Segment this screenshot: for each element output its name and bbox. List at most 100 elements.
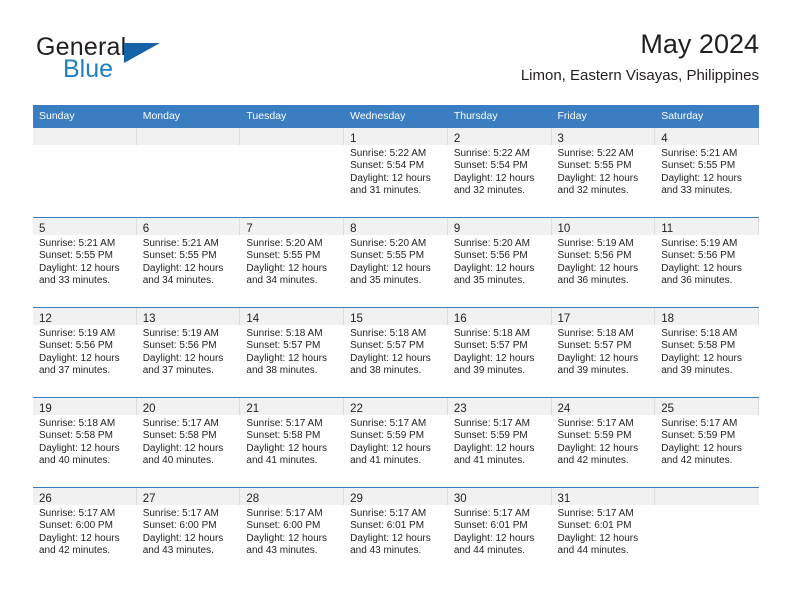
day-cell[interactable]: 9 Sunrise: 5:20 AM Sunset: 5:56 PM Daylight… [447, 217, 552, 307]
day-cell[interactable]: 13 Sunrise: 5:19 AM Sunset: 5:56 PM Dayligh… [136, 307, 241, 397]
day-cell[interactable]: 2 Sunrise: 5:22 AM Sunset: 5:54 PM Daylight… [447, 127, 552, 217]
day-cell[interactable]: 28 Sunrise: 5:17 AM Sunset: 6:00 PM Dayligh… [240, 487, 345, 577]
calendar-body: 1 Sunrise: 5:22 AM Sunset: 5:54 PM Daylight… [33, 127, 759, 577]
daylight-text-line2: and 41 minutes. [246, 455, 318, 467]
empty-day-cell [655, 487, 759, 577]
day-cell[interactable]: 19 Sunrise: 5:18 AM Sunset: 5:58 PM Dayligh… [33, 397, 137, 487]
daylight-text-line2: and 42 minutes. [661, 455, 733, 467]
day-cell[interactable]: 16 Sunrise: 5:18 AM Sunset: 5:57 PM Dayligh… [447, 307, 552, 397]
calendar-week-row: 26 Sunrise: 5:17 AM Sunset: 6:00 PM Dayligh… [33, 487, 759, 577]
day-cell[interactable]: 10 Sunrise: 5:19 AM Sunset: 5:56 PM Dayligh… [551, 217, 656, 307]
day-cell[interactable]: 26 Sunrise: 5:17 AM Sunset: 6:00 PM Dayligh… [33, 487, 137, 577]
day-cell[interactable]: 14 Sunrise: 5:18 AM Sunset: 5:57 PM Dayligh… [240, 307, 345, 397]
day-cell[interactable]: 21 Sunrise: 5:17 AM Sunset: 5:58 PM Dayligh… [240, 397, 345, 487]
page-subtitle: Limon, Eastern Visayas, Philippines [520, 67, 759, 84]
day-details: Sunrise: 5:22 AM Sunset: 5:54 PM Daylight:… [344, 145, 448, 198]
day-details: Sunrise: 5:19 AM Sunset: 5:56 PM Daylight:… [552, 235, 656, 288]
day-details: Sunrise: 5:17 AM Sunset: 6:01 PM Daylight:… [344, 505, 448, 558]
empty-day-cell [33, 127, 137, 217]
day-cell[interactable]: 25 Sunrise: 5:17 AM Sunset: 5:59 PM Dayligh… [655, 397, 759, 487]
calendar-cell: 18 Sunrise: 5:18 AM Sunset: 5:58 PM Dayligh… [655, 307, 759, 397]
sunset-text: Sunset: 5:55 PM [142, 250, 217, 262]
day-cell[interactable]: 12 Sunrise: 5:19 AM Sunset: 5:56 PM Dayligh… [33, 307, 137, 397]
daylight-text-line2: and 36 minutes. [661, 275, 733, 287]
day-cell[interactable]: 17 Sunrise: 5:18 AM Sunset: 5:57 PM Dayligh… [551, 307, 656, 397]
title-block: May 2024 Limon, Eastern Visayas, Philipp… [521, 28, 759, 85]
day-number: 14 [246, 313, 260, 325]
daynum-band: 5 [33, 218, 137, 235]
empty-daynum-band [655, 488, 759, 505]
day-cell[interactable]: 30 Sunrise: 5:17 AM Sunset: 6:01 PM Dayligh… [447, 487, 552, 577]
sunset-text: Sunset: 6:01 PM [557, 520, 632, 532]
day-number: 3 [557, 133, 564, 145]
day-cell[interactable]: 4 Sunrise: 5:21 AM Sunset: 5:55 PM Daylight… [655, 127, 759, 217]
daynum-band: 16 [447, 308, 552, 325]
empty-day-cell [136, 127, 241, 217]
daynum-band: 23 [447, 398, 552, 415]
daylight-text-line1: Daylight: 12 hours [453, 172, 535, 184]
sunset-text: Sunset: 5:57 PM [557, 340, 632, 352]
daylight-text-line2: and 37 minutes. [142, 365, 214, 377]
general-blue-logo[interactable]: General Blue [36, 34, 246, 90]
day-cell[interactable]: 24 Sunrise: 5:17 AM Sunset: 5:59 PM Dayligh… [551, 397, 656, 487]
daylight-text-line1: Daylight: 12 hours [246, 442, 328, 454]
daylight-text-line1: Daylight: 12 hours [453, 532, 535, 544]
day-number: 16 [453, 313, 467, 325]
daynum-band: 28 [240, 488, 345, 505]
day-cell[interactable]: 6 Sunrise: 5:21 AM Sunset: 5:55 PM Daylight… [136, 217, 241, 307]
daylight-text-line2: and 43 minutes. [246, 545, 318, 557]
day-number: 29 [350, 493, 363, 505]
daylight-text-line2: and 33 minutes. [661, 185, 733, 197]
day-cell[interactable]: 29 Sunrise: 5:17 AM Sunset: 6:01 PM Dayligh… [344, 487, 448, 577]
daynum-band: 9 [447, 218, 552, 235]
day-cell[interactable]: 8 Sunrise: 5:20 AM Sunset: 5:55 PM Daylight… [344, 217, 448, 307]
day-cell[interactable]: 22 Sunrise: 5:17 AM Sunset: 5:59 PM Dayligh… [344, 397, 448, 487]
day-details: Sunrise: 5:17 AM Sunset: 5:58 PM Daylight:… [137, 415, 241, 468]
calendar-cell-empty [136, 127, 241, 217]
day-number: 30 [453, 493, 467, 505]
day-cell[interactable]: 15 Sunrise: 5:18 AM Sunset: 5:57 PM Dayligh… [344, 307, 448, 397]
day-cell[interactable]: 20 Sunrise: 5:17 AM Sunset: 5:58 PM Dayligh… [136, 397, 241, 487]
calendar-cell-empty [240, 127, 345, 217]
calendar-page: General Blue May 2024 Limon, Eastern Vis… [0, 0, 792, 612]
daylight-text-line1: Daylight: 12 hours [39, 262, 120, 274]
calendar-cell: 6 Sunrise: 5:21 AM Sunset: 5:55 PM Daylight… [136, 217, 241, 307]
daylight-text-line2: and 42 minutes. [557, 455, 629, 467]
calendar-cell: 11 Sunrise: 5:19 AM Sunset: 5:56 PM Dayligh… [655, 217, 759, 307]
sunset-text: Sunset: 6:00 PM [142, 520, 217, 532]
day-details: Sunrise: 5:22 AM Sunset: 5:55 PM Daylight:… [552, 145, 656, 198]
day-cell[interactable]: 5 Sunrise: 5:21 AM Sunset: 5:55 PM Daylight… [33, 217, 137, 307]
day-number: 13 [142, 313, 156, 325]
daynum-band: 17 [551, 308, 656, 325]
calendar-cell: 30 Sunrise: 5:17 AM Sunset: 6:01 PM Dayligh… [447, 487, 552, 577]
daylight-text-line2: and 35 minutes. [453, 275, 525, 287]
daylight-text-line1: Daylight: 12 hours [661, 262, 742, 274]
daylight-text-line1: Daylight: 12 hours [246, 262, 328, 274]
sunset-text: Sunset: 5:57 PM [246, 340, 321, 352]
calendar-cell: 17 Sunrise: 5:18 AM Sunset: 5:57 PM Dayligh… [551, 307, 656, 397]
weekday-header-thursday: Thursday [447, 105, 552, 127]
daylight-text-line2: and 40 minutes. [39, 455, 111, 467]
daylight-text-line1: Daylight: 12 hours [142, 442, 224, 454]
calendar-cell: 14 Sunrise: 5:18 AM Sunset: 5:57 PM Dayligh… [240, 307, 345, 397]
sunrise-text: Sunrise: 5:17 AM [350, 418, 427, 429]
day-cell[interactable]: 23 Sunrise: 5:17 AM Sunset: 5:59 PM Dayligh… [447, 397, 552, 487]
daynum-band: 12 [33, 308, 137, 325]
daylight-text-line1: Daylight: 12 hours [557, 442, 639, 454]
day-cell[interactable]: 1 Sunrise: 5:22 AM Sunset: 5:54 PM Daylight… [344, 127, 448, 217]
day-cell[interactable]: 31 Sunrise: 5:17 AM Sunset: 6:01 PM Dayligh… [551, 487, 656, 577]
daylight-text-line1: Daylight: 12 hours [661, 172, 742, 184]
sunrise-text: Sunrise: 5:18 AM [350, 328, 427, 339]
day-number: 9 [453, 223, 461, 235]
daylight-text-line1: Daylight: 12 hours [350, 532, 431, 544]
triangle-flag-icon [124, 43, 160, 63]
day-cell[interactable]: 18 Sunrise: 5:18 AM Sunset: 5:58 PM Dayligh… [655, 307, 759, 397]
brand-name-blue: Blue [63, 55, 114, 83]
day-cell[interactable]: 11 Sunrise: 5:19 AM Sunset: 5:56 PM Dayligh… [655, 217, 759, 307]
day-cell[interactable]: 7 Sunrise: 5:20 AM Sunset: 5:55 PM Daylight… [240, 217, 345, 307]
day-cell[interactable]: 27 Sunrise: 5:17 AM Sunset: 6:00 PM Dayligh… [136, 487, 241, 577]
calendar-cell: 26 Sunrise: 5:17 AM Sunset: 6:00 PM Dayligh… [33, 487, 137, 577]
daylight-text-line1: Daylight: 12 hours [142, 352, 224, 364]
day-cell[interactable]: 3 Sunrise: 5:22 AM Sunset: 5:55 PM Daylight… [551, 127, 656, 217]
sunrise-text: Sunrise: 5:18 AM [661, 328, 738, 339]
